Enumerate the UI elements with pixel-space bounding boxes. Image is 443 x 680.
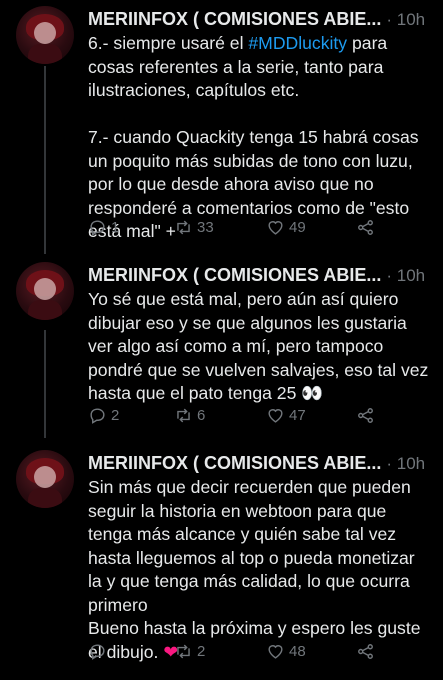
avatar[interactable] xyxy=(16,262,74,320)
share-icon xyxy=(358,643,373,659)
tweet-text: Yo sé que está mal, pero aún así quiero … xyxy=(88,289,429,403)
reply-icon xyxy=(90,407,105,424)
like-button[interactable]: 47 xyxy=(266,404,306,426)
avatar[interactable] xyxy=(16,6,74,64)
share-button[interactable] xyxy=(356,640,375,662)
like-button[interactable]: 48 xyxy=(266,640,306,662)
author-name[interactable]: MERIINFOX ( COMISIONES ABIE... xyxy=(88,265,381,285)
retweet-icon xyxy=(177,408,190,422)
share-button[interactable] xyxy=(356,216,375,238)
reply-count: 1 xyxy=(111,218,120,236)
tweet-actions: 2 6 47 xyxy=(88,404,388,426)
reply-icon xyxy=(90,643,105,660)
reply-count: 2 xyxy=(111,406,120,424)
tweet[interactable]: MERIINFOX ( COMISIONES ABIE... · 10h 6.-… xyxy=(0,6,443,246)
timestamp[interactable]: 10h xyxy=(397,454,425,473)
avatar[interactable] xyxy=(16,450,74,508)
timestamp[interactable]: 10h xyxy=(397,10,425,29)
like-count: 47 xyxy=(289,406,306,424)
tweet[interactable]: MERIINFOX ( COMISIONES ABIE... · 10h Sin… xyxy=(0,450,443,670)
separator-dot: · xyxy=(386,10,397,29)
retweet-icon xyxy=(177,220,190,234)
retweet-count: 2 xyxy=(197,642,206,660)
retweet-button[interactable]: 2 xyxy=(174,640,205,662)
tweet-text: 6.- siempre usaré el #MDDluckity para co… xyxy=(88,32,433,244)
retweet-count: 6 xyxy=(197,406,206,424)
like-count: 49 xyxy=(289,218,306,236)
reply-button[interactable] xyxy=(88,640,111,662)
heart-icon xyxy=(268,408,283,423)
tweet-header: MERIINFOX ( COMISIONES ABIE... · 10h xyxy=(88,8,433,31)
heart-icon xyxy=(268,644,283,659)
author-name[interactable]: MERIINFOX ( COMISIONES ABIE... xyxy=(88,9,381,29)
timestamp[interactable]: 10h xyxy=(397,266,425,285)
retweet-icon xyxy=(177,644,190,658)
share-button[interactable] xyxy=(356,404,375,426)
like-button[interactable]: 49 xyxy=(266,216,306,238)
tweet-header: MERIINFOX ( COMISIONES ABIE... · 10h xyxy=(88,264,433,287)
separator-dot: · xyxy=(386,266,397,285)
like-count: 48 xyxy=(289,642,306,660)
tweet-text: Sin más que decir recuerden que pueden s… xyxy=(88,476,433,664)
tweet-actions: 1 33 49 xyxy=(88,216,388,238)
tweet-actions: 2 48 xyxy=(88,640,388,662)
reply-button[interactable]: 2 xyxy=(88,404,119,426)
retweet-button[interactable]: 33 xyxy=(174,216,214,238)
tweet[interactable]: MERIINFOX ( COMISIONES ABIE... · 10h Yo … xyxy=(0,262,443,432)
tweet-text-part: 6.- siempre usaré el xyxy=(88,33,249,53)
tweet-header: MERIINFOX ( COMISIONES ABIE... · 10h xyxy=(88,452,433,475)
tweet-paragraph: Sin más que decir recuerden que pueden s… xyxy=(88,477,415,615)
author-name[interactable]: MERIINFOX ( COMISIONES ABIE... xyxy=(88,453,381,473)
retweet-count: 33 xyxy=(197,218,214,236)
retweet-button[interactable]: 6 xyxy=(174,404,205,426)
reply-button[interactable]: 1 xyxy=(88,216,119,238)
reply-icon xyxy=(90,219,105,236)
separator-dot: · xyxy=(386,454,397,473)
share-icon xyxy=(358,407,373,423)
heart-icon xyxy=(268,220,283,235)
share-icon xyxy=(358,219,373,235)
hashtag-link[interactable]: #MDDluckity xyxy=(248,33,347,53)
